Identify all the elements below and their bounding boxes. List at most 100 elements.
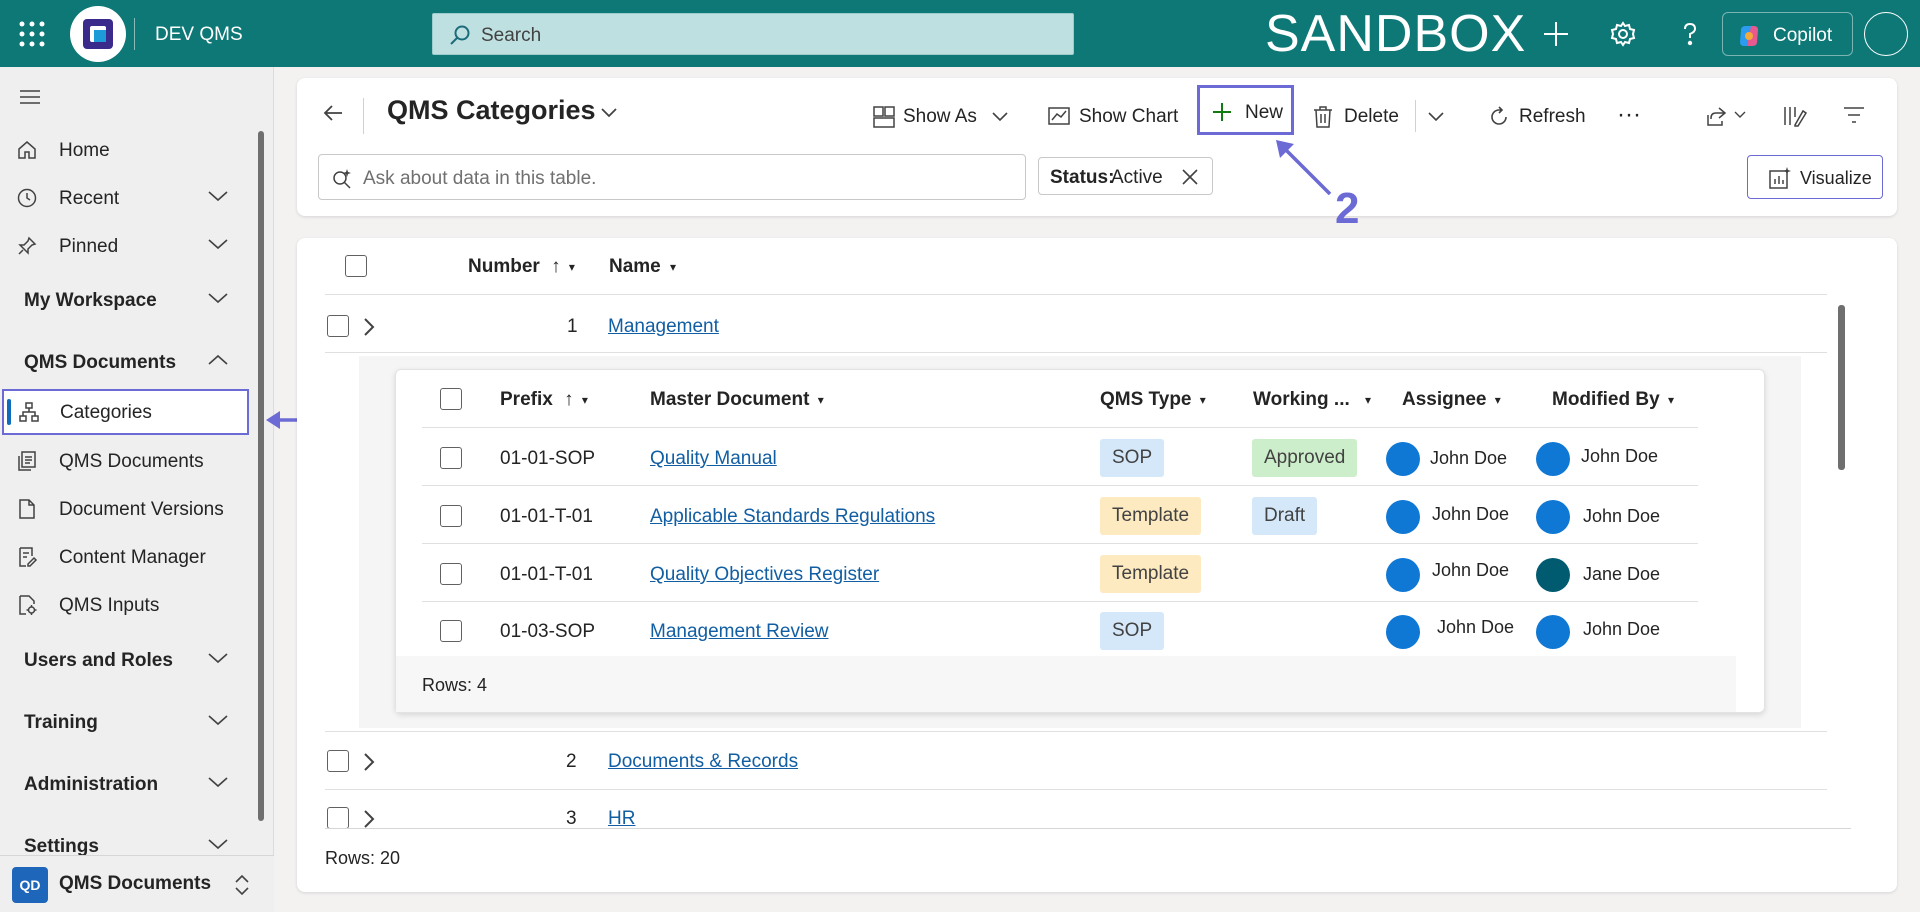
sidebar-group-training[interactable]: Training [0, 699, 250, 745]
sidebar-item-qms-inputs[interactable]: QMS Inputs [0, 582, 250, 628]
sidebar-scrollbar[interactable] [258, 131, 264, 821]
chevron-down-icon[interactable] [207, 291, 229, 305]
area-switcher[interactable]: QD QMS Documents [0, 855, 274, 912]
row-checkbox[interactable] [440, 620, 462, 642]
sidebar-item-recent[interactable]: Recent [0, 175, 250, 221]
sidebar-item-categories[interactable]: Categories [2, 389, 249, 435]
chevron-down-icon[interactable] [599, 105, 619, 119]
chevron-down-icon: ▾ [1365, 392, 1372, 407]
row-name-link[interactable]: HR [608, 808, 635, 830]
edit-columns-button[interactable] [1783, 95, 1813, 137]
chevron-up-icon[interactable] [207, 353, 229, 367]
row-checkbox[interactable] [327, 750, 349, 772]
column-header-qms-type[interactable]: QMS Type ▾ [1100, 389, 1206, 411]
settings-gear-icon[interactable] [1607, 18, 1639, 50]
share-icon [1707, 107, 1727, 126]
avatar [1386, 442, 1420, 476]
copilot-button[interactable]: Copilot [1722, 12, 1853, 56]
more-delete-options-button[interactable] [1427, 95, 1457, 137]
app-logo[interactable] [70, 6, 126, 62]
show-as-button[interactable]: Show As [872, 95, 1017, 137]
qms-type-tag: Template [1100, 497, 1202, 535]
ask-data-input[interactable]: Ask about data in this table. [318, 154, 1026, 200]
help-icon[interactable] [1674, 18, 1706, 50]
delete-label: Delete [1344, 106, 1399, 127]
sidebar-item-content-manager[interactable]: Content Manager [0, 534, 250, 580]
master-document-link[interactable]: Quality Objectives Register [650, 564, 879, 586]
column-header-number[interactable]: Number ↑ ▾ [468, 256, 575, 278]
chevron-right-icon[interactable] [362, 809, 376, 829]
back-arrow-icon[interactable] [321, 101, 345, 125]
delete-button[interactable]: Delete [1312, 95, 1417, 137]
row-checkbox[interactable] [440, 563, 462, 585]
divider [422, 543, 1698, 544]
show-chart-button[interactable]: Show Chart [1047, 95, 1187, 137]
subgrid-select-all-checkbox[interactable] [440, 388, 462, 410]
row-checkbox[interactable] [327, 315, 349, 337]
sidebar-item-qms-documents[interactable]: QMS Documents [0, 438, 250, 484]
add-icon[interactable] [1540, 18, 1572, 50]
chevron-down-icon[interactable] [207, 713, 229, 727]
avatar [1386, 615, 1420, 649]
visualize-button[interactable]: Visualize [1747, 155, 1883, 199]
master-document-link[interactable]: Quality Manual [650, 448, 777, 470]
document-settings-icon [19, 595, 37, 615]
chevron-down-icon[interactable] [207, 237, 229, 251]
sidebar-group-my-workspace[interactable]: My Workspace [0, 277, 250, 323]
column-header-modified-by[interactable]: Modified By ▾ [1552, 389, 1674, 411]
column-header-assignee[interactable]: Assignee ▾ [1402, 389, 1501, 411]
pin-icon [18, 236, 37, 255]
refresh-button[interactable]: Refresh [1487, 95, 1607, 137]
chevron-down-icon[interactable] [207, 189, 229, 203]
sidebar-group-label: My Workspace [24, 290, 157, 311]
column-header-prefix[interactable]: Prefix ↑ ▾ [500, 389, 588, 411]
row-checkbox[interactable] [440, 447, 462, 469]
sidebar-group-label: QMS Documents [24, 352, 177, 373]
row-checkbox[interactable] [327, 807, 349, 829]
chevron-right-icon[interactable] [362, 752, 376, 772]
sort-ascending-icon: ↑ [564, 389, 574, 410]
row-name-link[interactable]: Documents & Records [608, 751, 798, 773]
sidebar-group-users-and-roles[interactable]: Users and Roles [0, 637, 250, 683]
row-checkbox[interactable] [440, 505, 462, 527]
sidebar-item-home[interactable]: Home [0, 127, 250, 173]
search-box[interactable]: Search [432, 13, 1074, 55]
row-name-link[interactable]: Management [608, 316, 719, 338]
refresh-label: Refresh [1519, 106, 1586, 127]
avatar [1536, 500, 1570, 534]
chevron-down-icon[interactable] [207, 837, 229, 851]
hamburger-menu-icon[interactable] [18, 87, 42, 107]
row-number: 3 [566, 808, 577, 829]
share-button[interactable] [1705, 95, 1750, 137]
annotation-number-2: 2 [1335, 184, 1360, 233]
column-header-label: Working ... [1253, 389, 1350, 410]
sidebar-item-label: QMS Inputs [59, 595, 160, 616]
chevron-down-icon[interactable] [207, 775, 229, 789]
home-icon [18, 141, 36, 159]
app-launcher-icon[interactable] [18, 20, 46, 48]
chevron-right-icon[interactable] [362, 317, 376, 337]
column-header-working[interactable]: Working ... ▾ [1253, 389, 1371, 411]
sidebar-group-administration[interactable]: Administration [0, 761, 250, 807]
new-button[interactable]: New [1197, 85, 1294, 135]
select-all-checkbox[interactable] [345, 255, 367, 277]
sidebar-item-pinned[interactable]: Pinned [0, 223, 250, 269]
prefix-cell: 01-01-SOP [500, 448, 596, 469]
edit-filters-button[interactable] [1842, 95, 1872, 137]
grid-scrollbar[interactable] [1838, 305, 1845, 470]
master-document-link[interactable]: Management Review [650, 621, 828, 643]
status-filter-chip[interactable]: Status: Active [1038, 157, 1213, 195]
column-header-master-document[interactable]: Master Document ▾ [650, 389, 824, 411]
sidebar-item-document-versions[interactable]: Document Versions [0, 486, 250, 532]
close-icon[interactable] [1181, 168, 1199, 186]
more-commands-button[interactable]: ··· [1617, 95, 1657, 137]
prefix-cell: 01-01-T-01 [500, 506, 593, 527]
master-document-link[interactable]: Applicable Standards Regulations [650, 506, 935, 528]
page-title[interactable]: QMS Categories [387, 95, 596, 126]
chevron-down-icon: ▾ [1494, 392, 1501, 407]
column-header-name[interactable]: Name ▾ [609, 256, 676, 278]
user-avatar[interactable] [1864, 12, 1908, 56]
sidebar-group-qms-documents[interactable]: QMS Documents [0, 339, 250, 385]
chevron-down-icon[interactable] [207, 651, 229, 665]
environment-name[interactable]: DEV QMS [155, 24, 243, 46]
